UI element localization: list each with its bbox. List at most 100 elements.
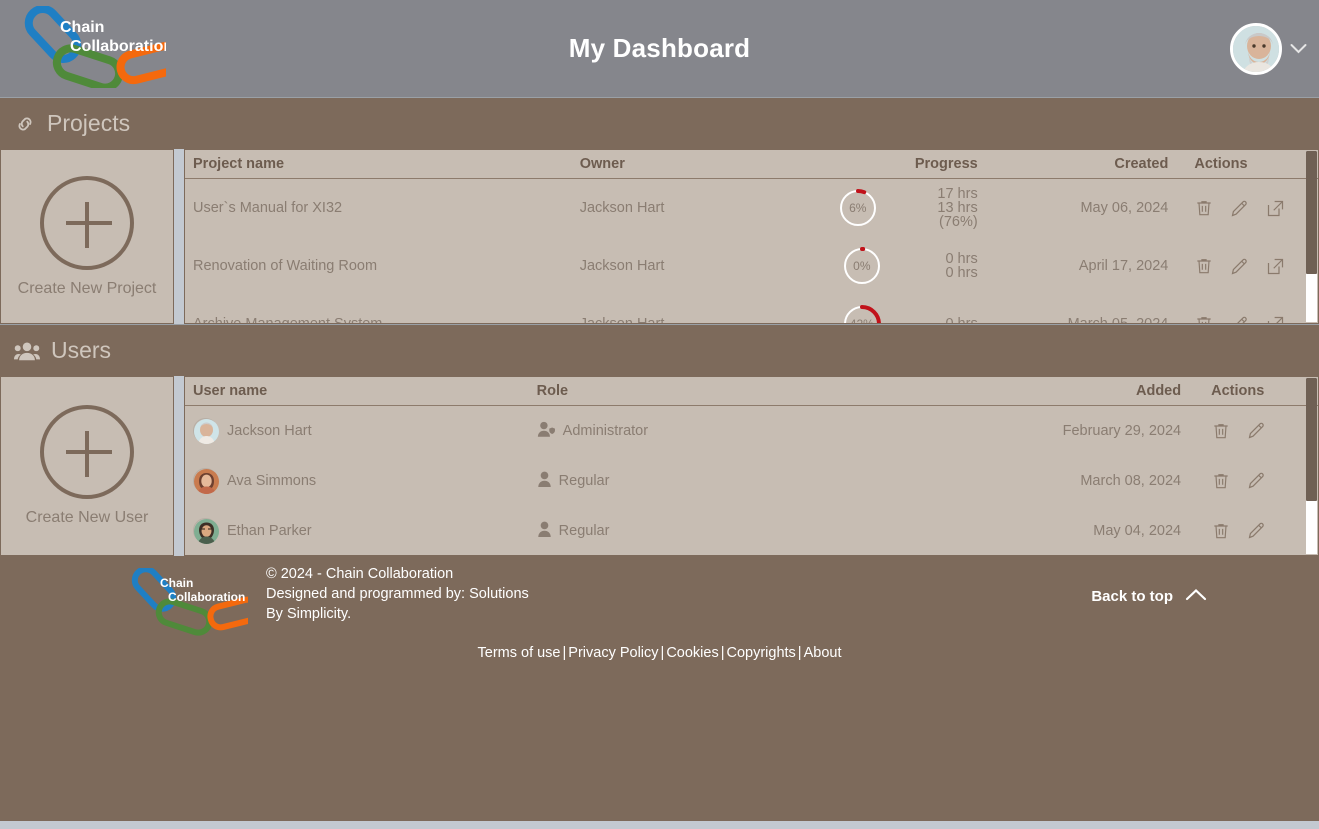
delete-icon[interactable] <box>1211 521 1231 541</box>
link-cookies[interactable]: Cookies <box>666 645 718 661</box>
link-terms-of-use[interactable]: Terms of use <box>478 645 561 661</box>
projects-scrollbar[interactable] <box>1306 151 1317 322</box>
edit-icon[interactable] <box>1229 198 1250 219</box>
projects-table-panel: Project name Owner Progress Created Acti… <box>184 149 1319 324</box>
project-actions-cell <box>1176 237 1318 295</box>
footer-logo: Chain Collaboration <box>126 566 261 636</box>
col-user-name: User name <box>185 377 529 406</box>
delete-icon[interactable] <box>1194 314 1214 323</box>
create-new-user-card[interactable]: Create New User <box>0 376 174 556</box>
user-menu[interactable] <box>1230 22 1307 75</box>
project-owner-cell: Jackson Hart <box>579 316 665 324</box>
open-external-icon[interactable] <box>1265 314 1286 323</box>
create-new-project-card[interactable]: Create New Project <box>0 149 174 324</box>
create-new-user-label: Create New User <box>25 509 149 526</box>
table-row[interactable]: Archive Management System Jackson Hart 4… <box>185 295 1318 324</box>
progress-donut: 0% <box>842 247 881 285</box>
brand-logo[interactable]: Chain Collaboration <box>16 5 184 92</box>
avatar[interactable] <box>1230 22 1282 75</box>
user-actions-cell <box>1189 456 1318 506</box>
project-created-cell: March 05, 2024 <box>1067 316 1169 324</box>
open-external-icon[interactable] <box>1265 256 1286 277</box>
projects-table: Project name Owner Progress Created Acti… <box>185 150 1318 324</box>
edit-icon[interactable] <box>1246 470 1267 491</box>
project-name-cell: Archive Management System <box>193 316 383 324</box>
users-title: Users <box>51 337 112 363</box>
projects-section-header: Projects <box>0 97 1319 149</box>
delete-icon[interactable] <box>1194 198 1214 218</box>
progress-hours: 0 hrs <box>945 316 978 324</box>
copyright-text: © 2024 - Chain Collaboration <box>266 566 454 582</box>
list-item[interactable]: Ethan Parker Regular May 04, 2024 <box>185 506 1318 556</box>
col-added: Added <box>985 377 1190 406</box>
link-privacy-policy[interactable]: Privacy Policy <box>568 645 658 661</box>
user-icon <box>537 471 552 491</box>
projects-table-body: User`s Manual for XI32 Jackson Hart 6% 1… <box>185 179 1318 324</box>
users-table-header-row: User name Role Added Actions <box>185 377 1318 406</box>
edit-icon[interactable] <box>1246 420 1267 441</box>
col-user-actions: Actions <box>1189 377 1318 406</box>
user-role-cell: Regular <box>529 456 985 506</box>
footer-logo-text-line2: Collaboration <box>168 590 245 604</box>
project-actions-cell <box>1176 179 1318 238</box>
users-body: Create New User User name Role Added Act… <box>0 376 1319 556</box>
link-about[interactable]: About <box>804 645 842 661</box>
user-name-cell: Ava Simmons <box>185 456 529 506</box>
project-created-cell: May 06, 2024 <box>1080 200 1169 216</box>
delete-icon[interactable] <box>1211 471 1231 491</box>
projects-scrollbar-thumb[interactable] <box>1306 151 1317 275</box>
delete-icon[interactable] <box>1194 256 1214 276</box>
users-table: User name Role Added Actions Jackson Har… <box>185 377 1318 556</box>
user-added-cell: May 04, 2024 <box>1093 522 1182 539</box>
footer: Chain Collaboration © 2024 - Chain Colla… <box>0 556 1319 821</box>
col-role: Role <box>528 377 986 406</box>
project-progress-cell: 0% 0 hrs 0 hrs <box>784 237 986 295</box>
user-added-cell: February 29, 2024 <box>1062 422 1182 439</box>
user-role-label: Regular <box>558 472 610 489</box>
user-name-cell: Ethan Parker <box>185 506 529 556</box>
delete-icon[interactable] <box>1211 421 1231 441</box>
users-table-panel: User name Role Added Actions Jackson Har… <box>184 376 1319 556</box>
footer-logo-text-line1: Chain <box>160 576 193 590</box>
chevron-up-icon <box>1185 588 1207 605</box>
table-row[interactable]: Renovation of Waiting Room Jackson Hart … <box>185 237 1318 295</box>
progress-hours: 17 hrs 13 hrs (76%) <box>937 186 978 230</box>
open-external-icon[interactable] <box>1265 198 1286 219</box>
user-icon <box>537 521 552 541</box>
plus-icon <box>40 405 134 499</box>
edit-icon[interactable] <box>1246 520 1267 541</box>
link-copyrights[interactable]: Copyrights <box>726 645 795 661</box>
logo-text-line1: Chain <box>60 19 104 36</box>
user-added-cell: March 08, 2024 <box>1080 472 1182 489</box>
link-separator: | <box>797 645 802 661</box>
projects-body: Create New Project Project name Owner Pr… <box>0 149 1319 324</box>
table-row[interactable]: User`s Manual for XI32 Jackson Hart 6% 1… <box>185 179 1318 238</box>
user-role-cell: Administrator <box>529 406 985 456</box>
col-progress: Progress <box>784 150 986 179</box>
projects-title: Projects <box>47 110 131 136</box>
user-name-cell: Jackson Hart <box>185 406 529 456</box>
logo-text-line2: Collaboration <box>70 38 166 55</box>
project-name-cell: Renovation of Waiting Room <box>193 258 378 274</box>
link-icon <box>14 113 36 135</box>
list-item[interactable]: Jackson Hart Administrator February 29, … <box>185 406 1318 456</box>
plus-icon <box>40 175 134 270</box>
list-item[interactable]: Ava Simmons Regular March 08, 2024 <box>185 456 1318 506</box>
avatar <box>193 418 219 445</box>
progress-donut: 42% <box>842 305 881 323</box>
users-scrollbar-thumb[interactable] <box>1306 378 1317 502</box>
avatar <box>193 518 219 544</box>
footer-links: Terms of use | Privacy Policy | Cookies | Copy… <box>0 645 1319 661</box>
col-created: Created <box>985 150 1177 179</box>
users-scrollbar[interactable] <box>1306 378 1317 554</box>
projects-table-header-row: Project name Owner Progress Created Acti… <box>185 150 1318 179</box>
back-to-top-button[interactable]: Back to top <box>1091 588 1207 605</box>
chevron-down-icon[interactable] <box>1290 40 1307 57</box>
project-owner-cell: Jackson Hart <box>579 200 665 216</box>
edit-icon[interactable] <box>1229 314 1250 323</box>
user-role-cell: Regular <box>529 506 985 556</box>
project-progress-cell: 42% 0 hrs <box>784 295 986 324</box>
edit-icon[interactable] <box>1229 256 1250 277</box>
page-title: My Dashboard <box>568 33 751 63</box>
user-actions-cell <box>1189 506 1318 556</box>
